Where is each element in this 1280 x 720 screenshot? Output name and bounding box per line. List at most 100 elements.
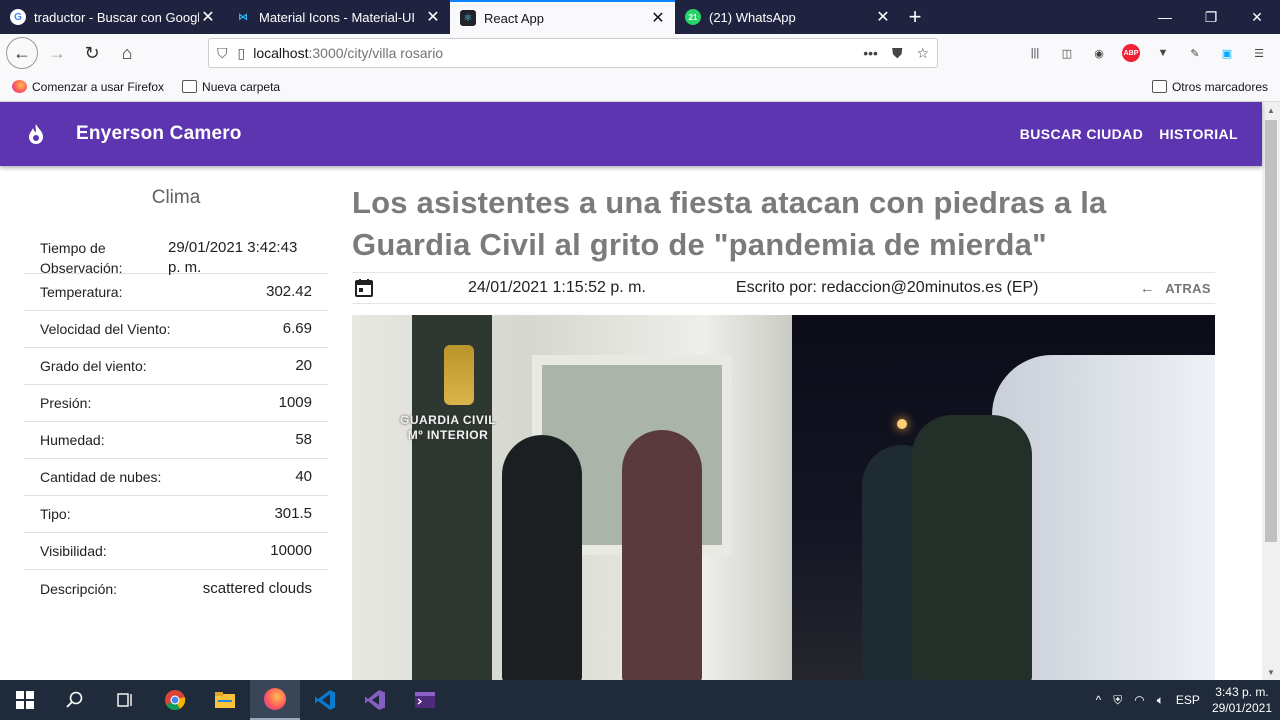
firefox-icon bbox=[12, 80, 27, 93]
app-brand[interactable]: Enyerson Camero bbox=[76, 123, 242, 145]
scrollbar-thumb[interactable] bbox=[1265, 120, 1277, 542]
task-view-icon[interactable] bbox=[100, 680, 150, 720]
scroll-up-icon[interactable]: ▲ bbox=[1262, 102, 1280, 118]
terminal-icon[interactable] bbox=[400, 680, 450, 720]
file-explorer-icon[interactable] bbox=[200, 680, 250, 720]
weather-label: Presión: bbox=[40, 395, 92, 411]
weather-value: 301.5 bbox=[274, 505, 312, 522]
new-tab-button[interactable]: + bbox=[900, 0, 930, 34]
address-bar[interactable]: ⛉ ▯ localhost:3000/city/villa rosario ••… bbox=[208, 38, 938, 68]
language-indicator[interactable]: ESP bbox=[1176, 693, 1200, 707]
nav-historial[interactable]: HISTORIAL bbox=[1151, 126, 1246, 142]
clock-time: 3:43 p. m. bbox=[1215, 685, 1269, 699]
eyedropper-icon[interactable]: ✎ bbox=[1186, 44, 1204, 62]
reload-button[interactable]: ↻ bbox=[76, 37, 108, 69]
taskbar-clock[interactable]: 3:43 p. m. 29/01/2021 bbox=[1212, 684, 1272, 716]
pocket-icon[interactable]: ⛊ bbox=[892, 45, 903, 62]
article-headline: Los asistentes a una fiesta atacan con p… bbox=[352, 185, 1107, 262]
news-article: Los asistentes a una fiesta atacan con p… bbox=[352, 182, 1215, 304]
page-info-icon[interactable]: ▯ bbox=[238, 45, 246, 62]
tab-title: (21) WhatsApp bbox=[709, 9, 796, 25]
flame-icon[interactable] bbox=[24, 123, 48, 145]
weather-row: Tipo: 301.5 bbox=[24, 496, 328, 533]
nav-buscar-ciudad[interactable]: BUSCAR CIUDAD bbox=[1012, 126, 1151, 142]
tab-title: traductor - Buscar con Google bbox=[34, 9, 199, 25]
minimize-icon[interactable]: — bbox=[1142, 0, 1188, 34]
wifi-icon[interactable]: ◠ bbox=[1134, 693, 1144, 707]
weather-row: Humedad: 58 bbox=[24, 422, 328, 459]
visual-studio-icon[interactable] bbox=[350, 680, 400, 720]
vpn-icon[interactable]: ▼ bbox=[1154, 44, 1172, 62]
browser-toolbar: ← → ↻ ⌂ ⛉ ▯ localhost:3000/city/villa ro… bbox=[0, 34, 1280, 72]
weather-value: 29/01/2021 3:42:43 p. m. bbox=[168, 239, 298, 276]
tab-whatsapp[interactable]: 21 (21) WhatsApp ✕ bbox=[675, 0, 900, 34]
close-tab-icon[interactable]: ✕ bbox=[649, 8, 667, 28]
weather-label: Temperatura: bbox=[40, 284, 123, 300]
close-tab-icon[interactable]: ✕ bbox=[199, 7, 217, 27]
weather-label: Humedad: bbox=[40, 432, 105, 448]
volume-icon[interactable]: 🔈︎ bbox=[1157, 693, 1164, 708]
back-button[interactable]: ← ATRAS bbox=[1140, 280, 1211, 297]
page-actions-icon[interactable]: ••• bbox=[863, 45, 878, 62]
weather-row: Cantidad de nubes: 40 bbox=[24, 459, 328, 496]
chevron-up-icon[interactable]: ^ bbox=[1096, 693, 1102, 707]
chrome-icon[interactable] bbox=[150, 680, 200, 720]
weather-value: 302.42 bbox=[266, 283, 312, 300]
react-icon: ⚛ bbox=[460, 10, 476, 26]
street-light bbox=[897, 419, 907, 429]
tab-title: Material Icons - Material-UI bbox=[259, 9, 416, 25]
close-window-icon[interactable]: ✕ bbox=[1234, 0, 1280, 34]
close-tab-icon[interactable]: ✕ bbox=[424, 7, 442, 27]
tab-google[interactable]: G traductor - Buscar con Google ✕ bbox=[0, 0, 225, 34]
app-nav: BUSCAR CIUDAD HISTORIAL bbox=[1012, 126, 1246, 142]
other-bookmarks[interactable]: Otros marcadores bbox=[1151, 80, 1268, 94]
adblock-icon[interactable]: ABP bbox=[1122, 44, 1140, 62]
restore-icon[interactable]: ❐ bbox=[1188, 0, 1234, 34]
folder-icon bbox=[1151, 80, 1167, 93]
weather-row: Grado del viento: 20 bbox=[24, 348, 328, 385]
forward-button[interactable]: → bbox=[41, 37, 73, 69]
shield-icon[interactable]: ⛉ bbox=[217, 45, 228, 62]
bookmark-firefox[interactable]: Comenzar a usar Firefox bbox=[12, 80, 164, 94]
photo-person bbox=[502, 435, 582, 680]
account-icon[interactable]: ◉ bbox=[1090, 44, 1108, 62]
weather-value: scattered clouds bbox=[202, 579, 312, 597]
browser-tab-strip: G traductor - Buscar con Google ✕ ⋈ Mate… bbox=[0, 0, 1280, 34]
page-content: Clima Tiempo de Observación: 29/01/2021 … bbox=[0, 166, 1262, 680]
start-button[interactable] bbox=[0, 680, 50, 720]
close-tab-icon[interactable]: ✕ bbox=[874, 7, 892, 27]
security-icon[interactable]: ⛨ bbox=[1113, 693, 1122, 708]
back-label: ATRAS bbox=[1165, 280, 1211, 296]
vscode-icon[interactable] bbox=[300, 680, 350, 720]
weather-label: Visibilidad: bbox=[40, 543, 107, 559]
weather-label: Velocidad del Viento: bbox=[40, 321, 171, 337]
extension-icon[interactable]: ▣ bbox=[1218, 44, 1236, 62]
weather-row: Descripción: scattered clouds bbox=[24, 570, 328, 607]
whatsapp-icon: 21 bbox=[685, 9, 701, 25]
home-button[interactable]: ⌂ bbox=[111, 37, 143, 69]
weather-row: Tiempo de Observación: 29/01/2021 3:42:4… bbox=[24, 226, 328, 276]
url-path: :3000/city/villa rosario bbox=[308, 45, 444, 61]
scroll-down-icon[interactable]: ▼ bbox=[1262, 664, 1280, 680]
article-image: GUARDIA CIVIL Mº INTERIOR bbox=[352, 315, 1215, 680]
search-icon[interactable] bbox=[50, 680, 100, 720]
page-scrollbar[interactable]: ▲ ▼ bbox=[1262, 102, 1280, 680]
menu-icon[interactable]: ☰ bbox=[1250, 44, 1268, 62]
tab-material-icons[interactable]: ⋈ Material Icons - Material-UI ✕ bbox=[225, 0, 450, 34]
sidebar-icon[interactable]: ◫ bbox=[1058, 44, 1076, 62]
calendar-icon bbox=[354, 278, 374, 298]
back-button[interactable]: ← bbox=[6, 37, 38, 69]
bookmark-star-icon[interactable]: ☆ bbox=[916, 45, 929, 62]
folder-icon bbox=[182, 80, 198, 93]
weather-row: Temperatura: 302.42 bbox=[24, 274, 328, 311]
library-icon[interactable]: ||| bbox=[1026, 44, 1044, 62]
article-author: Escrito por: redaccion@20minutos.es (EP) bbox=[735, 279, 1039, 296]
bookmark-folder[interactable]: Nueva carpeta bbox=[182, 80, 280, 94]
material-ui-icon: ⋈ bbox=[238, 11, 248, 23]
google-icon: G bbox=[10, 9, 26, 25]
weather-title: Clima bbox=[151, 187, 201, 208]
weather-value: 20 bbox=[295, 357, 312, 374]
tab-react-app[interactable]: ⚛ React App ✕ bbox=[450, 0, 675, 34]
firefox-taskbar-icon[interactable] bbox=[250, 680, 300, 720]
window-controls: — ❐ ✕ bbox=[1142, 0, 1280, 34]
